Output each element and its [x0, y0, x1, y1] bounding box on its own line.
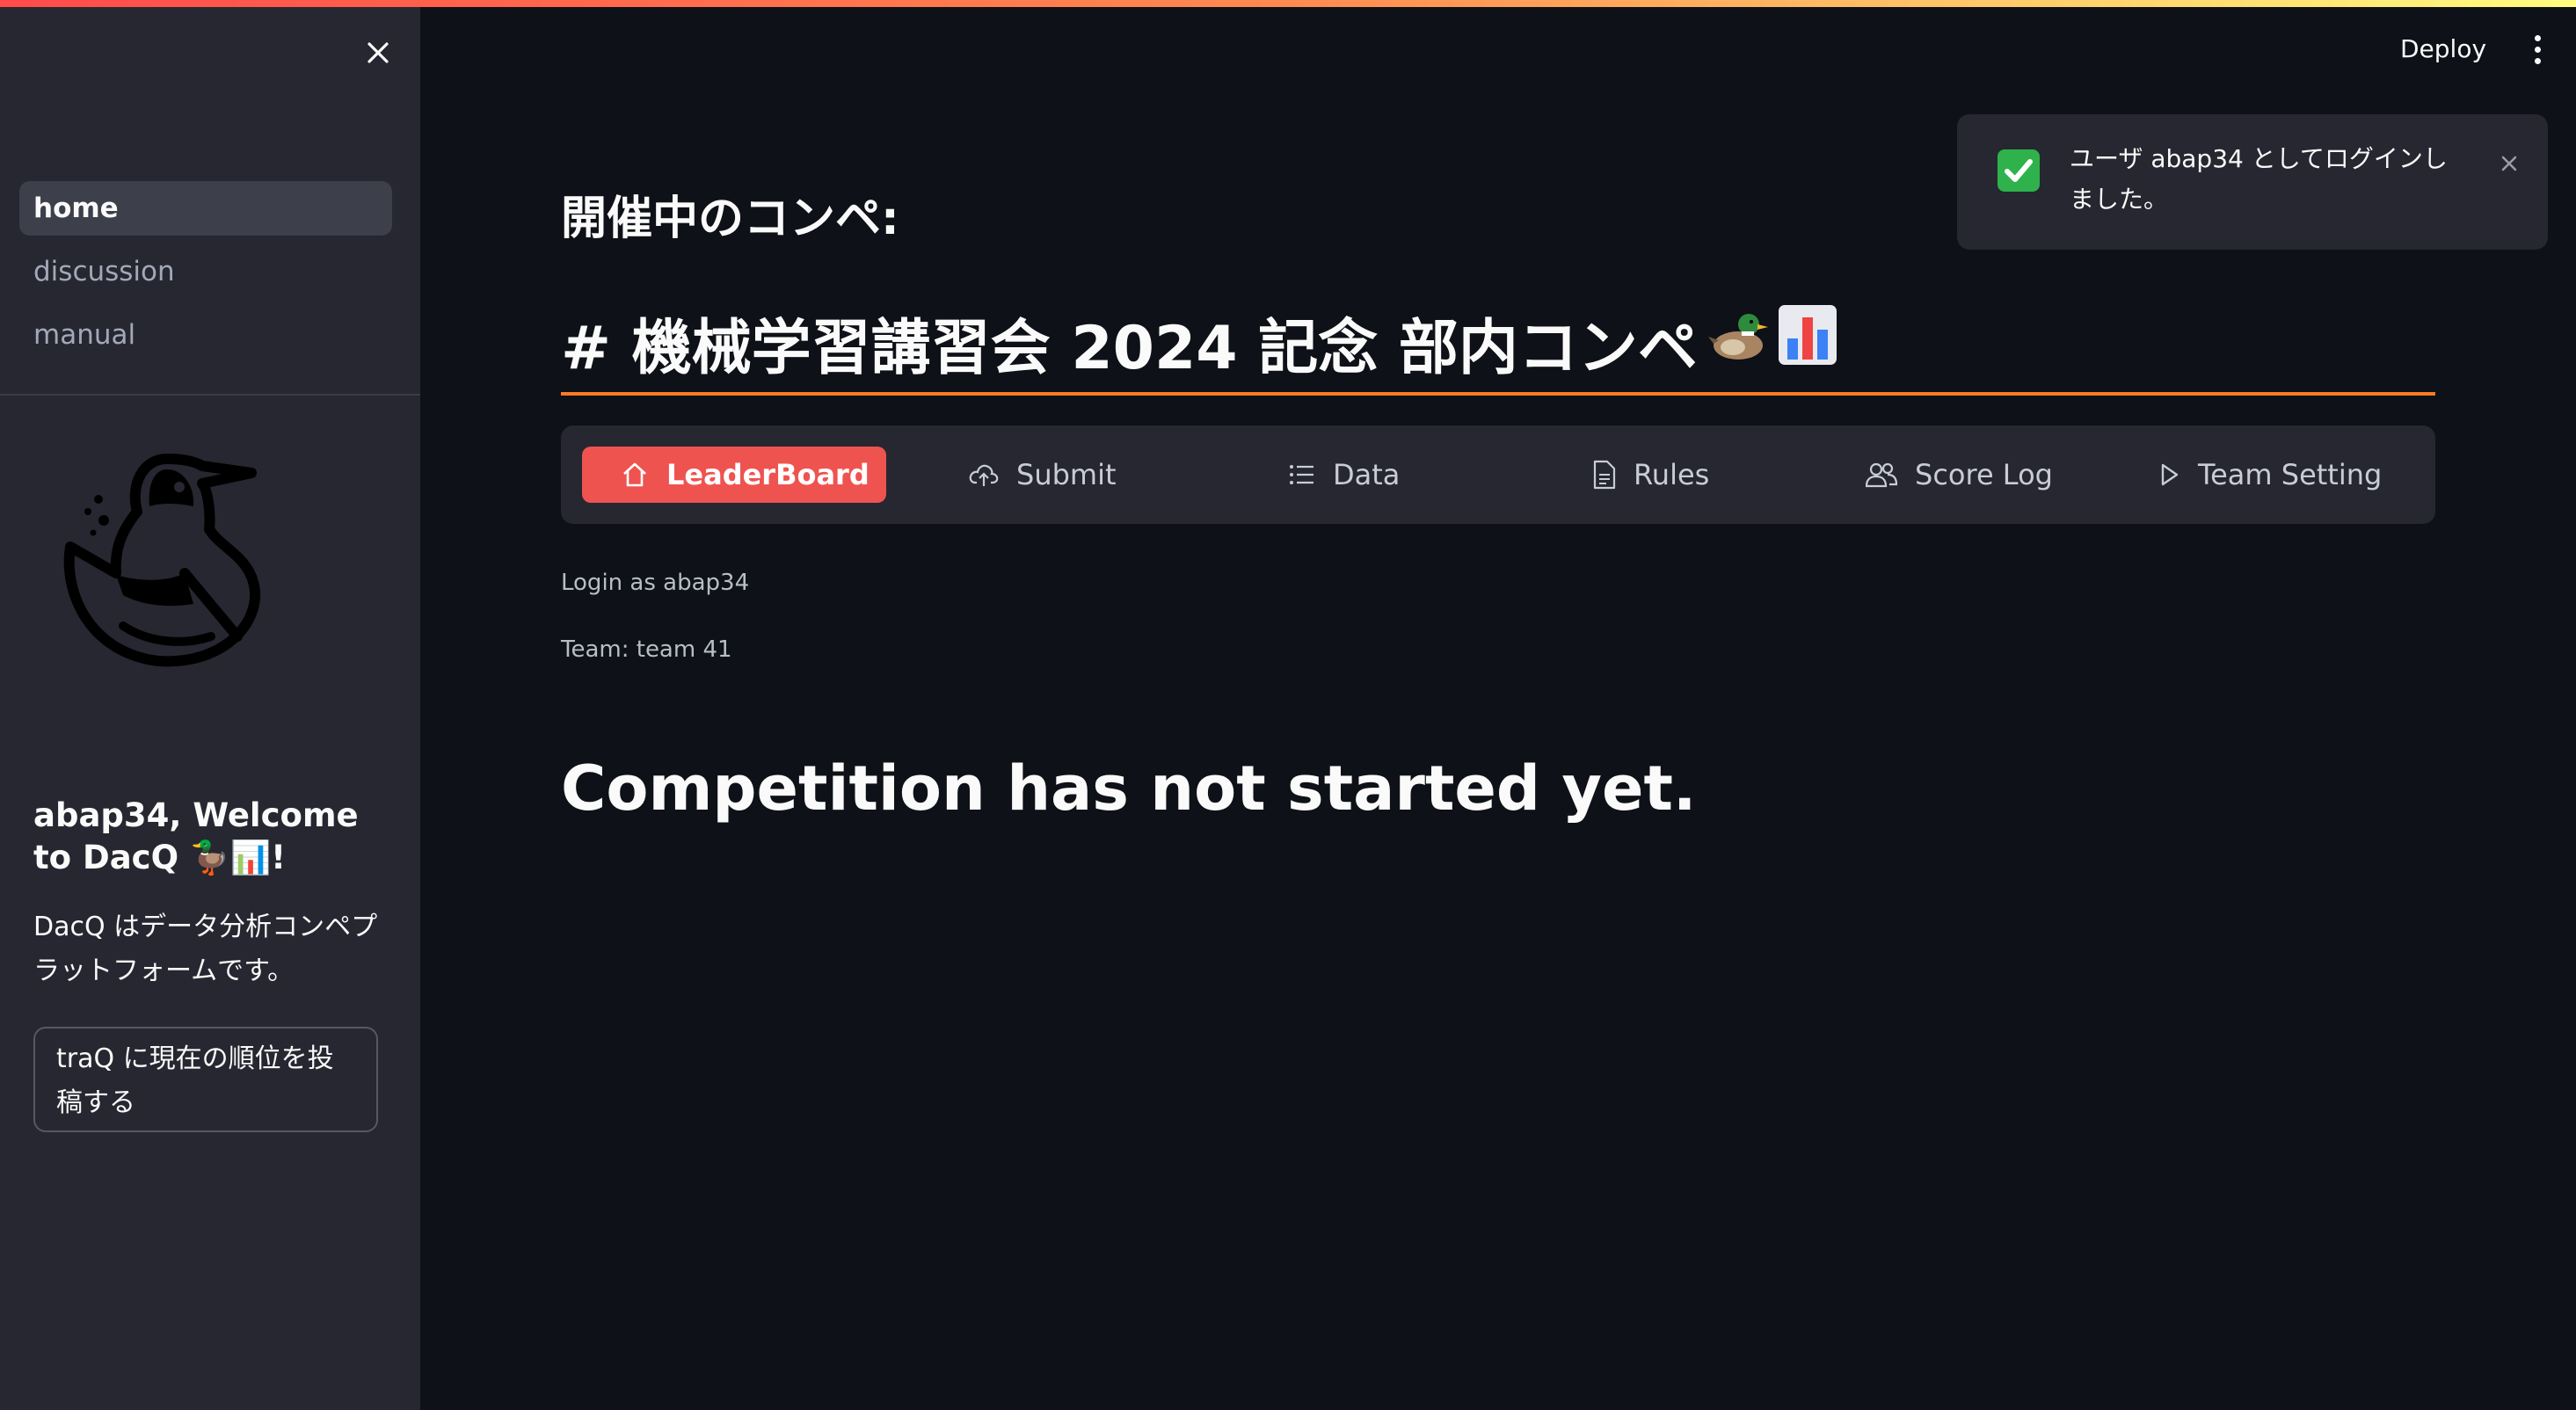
sidebar-item-manual[interactable]: manual [19, 308, 392, 362]
sidebar-nav: home discussion manual [19, 181, 392, 371]
tab-score-log[interactable]: Score Log [1866, 447, 2053, 503]
competition-title-text: # 機械学習講習会 2024 記念 部内コンペ [561, 314, 1698, 383]
check-mark-icon [1997, 149, 2040, 192]
document-icon [1593, 460, 1616, 490]
sidebar-close-icon[interactable] [360, 35, 396, 70]
cloud-upload-icon [969, 461, 999, 489]
deploy-button[interactable]: Deploy [2400, 26, 2486, 70]
sidebar: home discussion manual abap34, Welcome t… [0, 0, 420, 1410]
tab-label: Score Log [1915, 458, 2053, 491]
people-icon [1866, 462, 1897, 488]
menu-dot [2534, 34, 2541, 41]
welcome-heading: abap34, Welcome to DacQ 🦆📊! [33, 796, 359, 876]
top-decoration-bar [0, 0, 2576, 7]
login-status: Login as abap34 [561, 570, 750, 596]
menu-dot [2534, 57, 2541, 64]
toast-message: ユーザ abap34 としてログインしました。 [2070, 144, 2448, 214]
play-icon [2158, 462, 2180, 488]
sidebar-item-discussion[interactable]: discussion [19, 244, 392, 299]
duck-icon [1706, 303, 1770, 382]
tab-data[interactable]: Data [1289, 447, 1400, 503]
tab-submit[interactable]: Submit [969, 447, 1117, 503]
competition-tabs: LeaderBoard Submit Data Rules Score Log … [561, 425, 2435, 524]
current-competition-label: 開催中のコンペ: [561, 193, 899, 245]
tab-label: Team Setting [2198, 458, 2383, 491]
login-toast: ユーザ abap34 としてログインしました。 [1957, 114, 2548, 250]
tab-rules[interactable]: Rules [1593, 447, 1709, 503]
sidebar-divider [0, 394, 420, 396]
tab-team-setting[interactable]: Team Setting [2158, 447, 2382, 503]
team-status: Team: team 41 [561, 636, 732, 663]
sidebar-item-home[interactable]: home [19, 181, 392, 236]
tab-label: Data [1333, 458, 1401, 491]
toast-close-icon[interactable] [2492, 146, 2527, 181]
home-icon [621, 461, 649, 489]
tab-label: Rules [1634, 458, 1710, 491]
tab-leaderboard[interactable]: LeaderBoard [582, 447, 886, 503]
title-divider [561, 392, 2435, 396]
competition-title: # 機械学習講習会 2024 記念 部内コンペ [561, 299, 1837, 386]
competition-status-heading: Competition has not started yet. [561, 752, 1697, 825]
list-icon [1289, 462, 1315, 488]
platform-description: DacQ はデータ分析コンペプラットフォームです。 [33, 912, 378, 986]
dacq-logo [62, 450, 273, 670]
bar-chart-icon [1778, 303, 1837, 382]
tab-label: Submit [1016, 458, 1117, 491]
post-ranking-button[interactable]: traQ に現在の順位を投稿する [33, 1027, 378, 1132]
tab-label: LeaderBoard [666, 458, 870, 491]
menu-dot [2534, 46, 2541, 53]
main-menu-icon[interactable] [2521, 30, 2553, 69]
